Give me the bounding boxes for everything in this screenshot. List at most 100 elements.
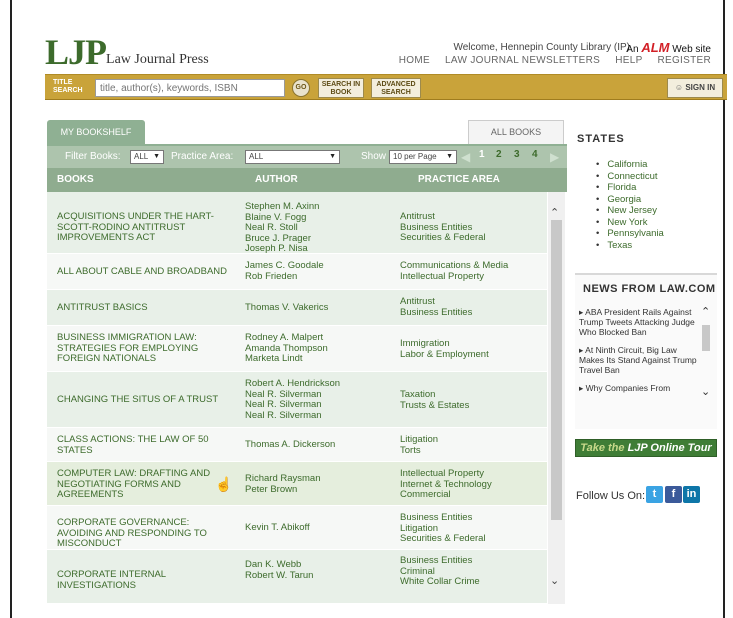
- table-row[interactable]: ACQUISITIONS UNDER THE HART-SCOTT-RODINO…: [47, 192, 547, 254]
- filter-books-select[interactable]: ALL ▼: [130, 150, 164, 164]
- state-link[interactable]: New Jersey: [596, 205, 664, 217]
- scrollbar-thumb[interactable]: [702, 325, 710, 351]
- page-link-1[interactable]: 1: [479, 149, 485, 160]
- page-link-2[interactable]: 2: [496, 149, 502, 160]
- logo-text: Law Journal Press: [106, 52, 209, 67]
- scroll-down-icon[interactable]: ⌄: [550, 574, 559, 587]
- book-title[interactable]: BUSINESS IMMIGRATION LAW: STRATEGIES FOR…: [57, 332, 235, 365]
- twitter-icon[interactable]: t: [646, 486, 663, 503]
- column-header-author[interactable]: AUTHOR: [255, 174, 298, 185]
- tab-all-books[interactable]: ALL BOOKS: [468, 120, 564, 144]
- book-practice-areas: Business Entities Litigation Securities …: [400, 512, 486, 544]
- book-title[interactable]: ALL ABOUT CABLE AND BROADBAND: [57, 266, 235, 278]
- column-header-practice-area[interactable]: PRACTICE AREA: [418, 174, 500, 185]
- facebook-icon[interactable]: f: [665, 486, 682, 503]
- state-link[interactable]: Connecticut: [596, 171, 664, 183]
- state-link[interactable]: Florida: [596, 182, 664, 194]
- news-item[interactable]: ▸ Why Companies From: [579, 383, 697, 393]
- title-search-input[interactable]: [95, 79, 285, 97]
- book-practice-areas: Litigation Torts: [400, 434, 439, 456]
- table-row[interactable]: BUSINESS IMMIGRATION LAW: STRATEGIES FOR…: [47, 326, 547, 372]
- linkedin-icon[interactable]: in: [683, 486, 700, 503]
- next-page-icon[interactable]: ▶: [550, 150, 559, 164]
- column-header-books[interactable]: BOOKS: [57, 174, 94, 185]
- search-in-book-button[interactable]: SEARCH IN BOOK: [318, 78, 364, 98]
- news-item[interactable]: ▸ At Ninth Circuit, Big Law Makes Its St…: [579, 345, 697, 375]
- filter-bar: Filter Books: ALL ▼ Practice Area: ALL ▼…: [47, 146, 567, 168]
- scroll-down-icon[interactable]: ⌄: [701, 385, 710, 398]
- scrollbar-thumb[interactable]: [551, 220, 562, 520]
- table-row[interactable]: CLASS ACTIONS: THE LAW OF 50 STATES Thom…: [47, 428, 547, 462]
- chevron-down-icon: ▼: [153, 153, 160, 160]
- states-list: California Connecticut Florida Georgia N…: [596, 159, 664, 251]
- table-scrollbar[interactable]: ⌃ ⌄: [548, 192, 565, 604]
- state-link[interactable]: Pennsylvania: [596, 228, 664, 240]
- book-authors: James C. Goodale Rob Frieden: [245, 260, 324, 282]
- book-practice-areas: Communications & Media Intellectual Prop…: [400, 260, 509, 282]
- nav-home[interactable]: HOME: [399, 55, 430, 66]
- nav-help[interactable]: HELP: [615, 55, 642, 66]
- news-item[interactable]: ▸ ABA President Rails Against Trump Twee…: [579, 307, 697, 337]
- scroll-up-icon[interactable]: ⌃: [701, 305, 710, 318]
- news-item-text: ABA President Rails Against Trump Tweets…: [579, 307, 695, 337]
- table-row[interactable]: ALL ABOUT CABLE AND BROADBAND James C. G…: [47, 254, 547, 290]
- book-title[interactable]: ANTITRUST BASICS: [57, 302, 235, 314]
- news-item-text: Why Companies From: [585, 383, 671, 393]
- state-link[interactable]: Georgia: [596, 194, 664, 206]
- news-scrollbar[interactable]: ⌃ ⌄: [699, 305, 713, 407]
- welcome-text: Welcome, Hennepin County Library (IP): [453, 42, 630, 53]
- logo-mark: LJP: [45, 32, 107, 72]
- book-authors: Rodney A. Malpert Amanda Thompson Market…: [245, 332, 328, 364]
- search-bar: TITLE SEARCH GO SEARCH IN BOOK ADVANCED …: [45, 74, 727, 100]
- table-row[interactable]: CORPORATE INTERNAL INVESTIGATIONS Dan K.…: [47, 550, 547, 604]
- table-row[interactable]: COMPUTER LAW: DRAFTING AND NEGOTIATING F…: [47, 462, 547, 506]
- book-title[interactable]: CLASS ACTIONS: THE LAW OF 50 STATES: [57, 434, 235, 456]
- page-link-4[interactable]: 4: [532, 149, 538, 160]
- book-practice-areas: Immigration Labor & Employment: [400, 338, 489, 360]
- table-row[interactable]: CORPORATE GOVERNANCE: AVOIDING AND RESPO…: [47, 506, 547, 550]
- practice-area-value: ALL: [249, 152, 264, 161]
- book-title[interactable]: CORPORATE INTERNAL INVESTIGATIONS: [57, 569, 235, 591]
- book-title[interactable]: ACQUISITIONS UNDER THE HART-SCOTT-RODINO…: [57, 211, 235, 244]
- table-row[interactable]: ANTITRUST BASICS Thomas V. Vakerics Anti…: [47, 290, 547, 326]
- book-practice-areas: Business Entities Criminal White Collar …: [400, 555, 480, 587]
- follow-label: Follow Us On:: [576, 490, 646, 502]
- table-row[interactable]: CHANGING THE SITUS OF A TRUST Robert A. …: [47, 372, 547, 428]
- chevron-down-icon: ▼: [446, 153, 453, 160]
- alm-badge[interactable]: An ALM Web site: [626, 40, 711, 55]
- tour-take: Take the: [580, 442, 625, 454]
- show-label: Show: [361, 151, 387, 162]
- sign-in-button[interactable]: ☺ SIGN IN: [667, 78, 723, 98]
- state-link[interactable]: California: [596, 159, 664, 171]
- book-authors: Stephen M. Axinn Blaine V. Fogg Neal R. …: [245, 201, 320, 254]
- news-item-text: At Ninth Circuit, Big Law Makes Its Stan…: [579, 345, 697, 375]
- book-practice-areas: Intellectual Property Internet & Technol…: [400, 468, 492, 500]
- scroll-up-icon[interactable]: ⌃: [550, 206, 559, 219]
- prev-page-icon[interactable]: ◀: [461, 150, 470, 164]
- tab-my-bookshelf[interactable]: MY BOOKSHELF: [47, 120, 145, 144]
- nav-newsletters[interactable]: LAW JOURNAL NEWSLETTERS: [445, 55, 600, 66]
- alm-suffix: Web site: [672, 44, 711, 55]
- bookshelf-panel: MY BOOKSHELF ALL BOOKS Filter Books: ALL…: [47, 120, 567, 604]
- practice-area-select[interactable]: ALL ▼: [245, 150, 340, 164]
- alm-logo: ALM: [641, 40, 670, 55]
- book-title[interactable]: CHANGING THE SITUS OF A TRUST: [57, 394, 235, 406]
- advanced-search-button[interactable]: ADVANCED SEARCH: [371, 78, 421, 98]
- site-logo[interactable]: LJPLaw Journal Press: [45, 34, 209, 70]
- hand-cursor-icon: ☝: [215, 476, 233, 492]
- book-practice-areas: Antitrust Business Entities: [400, 296, 473, 318]
- filter-books-label: Filter Books:: [65, 151, 121, 162]
- state-link[interactable]: Texas: [596, 240, 664, 252]
- page-link-3[interactable]: 3: [514, 149, 520, 160]
- book-practice-areas: Antitrust Business Entities Securities &…: [400, 211, 486, 243]
- nav-register[interactable]: REGISTER: [657, 55, 711, 66]
- book-title[interactable]: COMPUTER LAW: DRAFTING AND NEGOTIATING F…: [57, 468, 235, 501]
- book-authors: Thomas V. Vakerics: [245, 302, 329, 313]
- per-page-select[interactable]: 10 per Page ▼: [389, 150, 457, 164]
- news-list: ▸ ABA President Rails Against Trump Twee…: [579, 307, 697, 401]
- go-button[interactable]: GO: [292, 79, 310, 97]
- online-tour-button[interactable]: Take the LJP Online Tour: [575, 439, 717, 457]
- book-title[interactable]: CORPORATE GOVERNANCE: AVOIDING AND RESPO…: [57, 517, 235, 550]
- filter-books-value: ALL: [134, 152, 149, 161]
- state-link[interactable]: New York: [596, 217, 664, 229]
